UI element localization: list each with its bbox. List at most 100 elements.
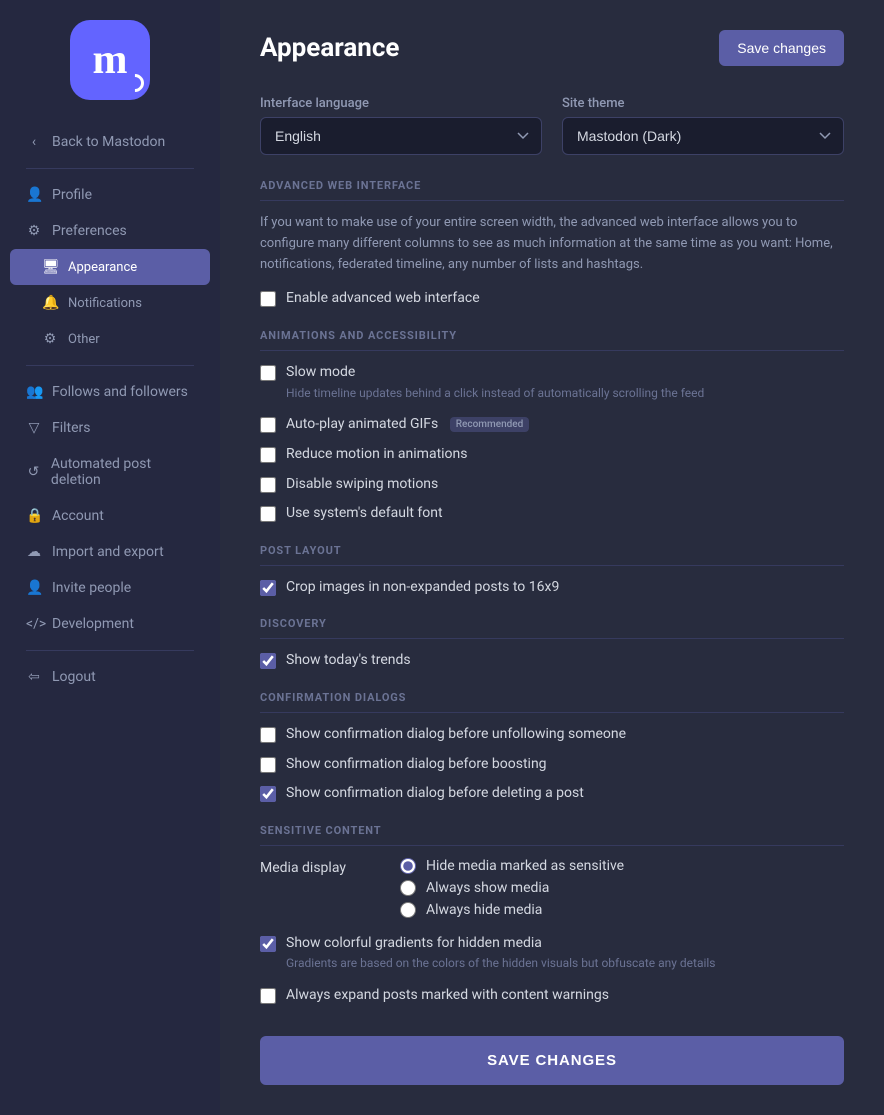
language-theme-row: Interface language English Site theme Ma… bbox=[260, 96, 844, 155]
sidebar-item-follows[interactable]: 👥 Follows and followers bbox=[10, 374, 210, 410]
filters-icon: ▽ bbox=[26, 420, 42, 436]
colorful-gradients-label[interactable]: Show colorful gradients for hidden media… bbox=[286, 934, 716, 972]
autoplay-gifs-label[interactable]: Auto-play animated GIFs Recommended bbox=[286, 415, 529, 435]
crop-images-label[interactable]: Crop images in non-expanded posts to 16x… bbox=[286, 578, 559, 598]
confirm-boost-label[interactable]: Show confirmation dialog before boosting bbox=[286, 755, 547, 775]
sidebar-item-preferences[interactable]: ⚙ Preferences bbox=[10, 213, 210, 249]
show-trends-label[interactable]: Show today's trends bbox=[286, 651, 411, 671]
sidebar-item-notifications[interactable]: 🔔 Notifications bbox=[10, 285, 210, 321]
appearance-icon: 🖥 bbox=[42, 259, 58, 275]
enable-advanced-checkbox[interactable] bbox=[260, 291, 276, 307]
interface-language-select[interactable]: English bbox=[260, 117, 542, 155]
logout-icon: ⇦ bbox=[26, 669, 42, 685]
account-icon: 🔒 bbox=[26, 508, 42, 524]
sidebar-item-account[interactable]: 🔒 Account bbox=[10, 498, 210, 534]
colorful-gradients-sublabel: Gradients are based on the colors of the… bbox=[286, 955, 716, 972]
page-title: Appearance bbox=[260, 33, 399, 63]
sidebar-item-logout[interactable]: ⇦ Logout bbox=[10, 659, 210, 695]
confirm-delete-item: Show confirmation dialog before deleting… bbox=[260, 784, 844, 804]
slow-mode-label[interactable]: Slow mode Hide timeline updates behind a… bbox=[286, 363, 704, 401]
sidebar-item-back-label: Back to Mastodon bbox=[52, 134, 165, 150]
disable-swiping-label[interactable]: Disable swiping motions bbox=[286, 475, 438, 495]
sidebar-item-import-export-label: Import and export bbox=[52, 544, 164, 560]
nav-divider-1 bbox=[26, 168, 194, 169]
show-trends-item: Show today's trends bbox=[260, 651, 844, 671]
sidebar-item-follows-label: Follows and followers bbox=[52, 384, 188, 400]
sidebar-item-appearance[interactable]: 🖥 Appearance bbox=[10, 249, 210, 285]
sidebar-nav: ‹ Back to Mastodon 👤 Profile ⚙ Preferenc… bbox=[0, 124, 220, 695]
reduce-motion-label[interactable]: Reduce motion in animations bbox=[286, 445, 468, 465]
crop-images-checkbox[interactable] bbox=[260, 580, 276, 596]
sidebar-item-filters-label: Filters bbox=[52, 420, 91, 436]
confirm-unfollow-checkbox[interactable] bbox=[260, 727, 276, 743]
notifications-icon: 🔔 bbox=[42, 295, 58, 311]
hide-sensitive-label[interactable]: Hide media marked as sensitive bbox=[426, 858, 624, 874]
always-show-radio[interactable] bbox=[400, 880, 416, 896]
sidebar-item-other-label: Other bbox=[68, 332, 100, 347]
sidebar-item-notifications-label: Notifications bbox=[68, 296, 142, 311]
confirm-boost-checkbox[interactable] bbox=[260, 757, 276, 773]
site-theme-group: Site theme Mastodon (Dark) bbox=[562, 96, 844, 155]
expand-posts-label[interactable]: Always expand posts marked with content … bbox=[286, 986, 609, 1006]
save-changes-top-button[interactable]: Save changes bbox=[719, 30, 844, 66]
main-content: Appearance Save changes Interface langua… bbox=[220, 0, 884, 1115]
sidebar-item-back[interactable]: ‹ Back to Mastodon bbox=[10, 124, 210, 160]
invite-icon: 👤 bbox=[26, 580, 42, 596]
enable-advanced-interface-item: Enable advanced web interface bbox=[260, 289, 844, 309]
disable-swiping-checkbox[interactable] bbox=[260, 477, 276, 493]
page-header: Appearance Save changes bbox=[260, 30, 844, 66]
sidebar-item-other[interactable]: ⚙ Other bbox=[10, 321, 210, 357]
nav-divider-2 bbox=[26, 365, 194, 366]
always-show-item: Always show media bbox=[400, 880, 624, 896]
system-font-label[interactable]: Use system's default font bbox=[286, 504, 443, 524]
system-font-checkbox[interactable] bbox=[260, 506, 276, 522]
slow-mode-item: Slow mode Hide timeline updates behind a… bbox=[260, 363, 844, 401]
always-hide-item: Always hide media bbox=[400, 902, 624, 918]
site-theme-label: Site theme bbox=[562, 96, 844, 111]
enable-advanced-label[interactable]: Enable advanced web interface bbox=[286, 289, 480, 309]
crop-images-item: Crop images in non-expanded posts to 16x… bbox=[260, 578, 844, 598]
confirm-delete-checkbox[interactable] bbox=[260, 786, 276, 802]
sidebar-item-invite[interactable]: 👤 Invite people bbox=[10, 570, 210, 606]
site-theme-select[interactable]: Mastodon (Dark) bbox=[562, 117, 844, 155]
always-hide-label[interactable]: Always hide media bbox=[426, 902, 542, 918]
logo: m bbox=[70, 20, 150, 100]
advanced-web-interface-description: If you want to make use of your entire s… bbox=[260, 213, 844, 275]
discovery-header: DISCOVERY bbox=[260, 617, 844, 639]
expand-posts-checkbox[interactable] bbox=[260, 988, 276, 1004]
sidebar-item-logout-label: Logout bbox=[52, 669, 96, 685]
media-display-row: Media display Hide media marked as sensi… bbox=[260, 858, 844, 918]
system-font-item: Use system's default font bbox=[260, 504, 844, 524]
sensitive-content-header: SENSITIVE CONTENT bbox=[260, 824, 844, 846]
show-trends-checkbox[interactable] bbox=[260, 653, 276, 669]
sidebar-item-preferences-label: Preferences bbox=[52, 223, 127, 239]
confirm-unfollow-label[interactable]: Show confirmation dialog before unfollow… bbox=[286, 725, 626, 745]
always-hide-radio[interactable] bbox=[400, 902, 416, 918]
auto-delete-icon: ↺ bbox=[26, 464, 41, 480]
follows-icon: 👥 bbox=[26, 384, 42, 400]
profile-icon: 👤 bbox=[26, 187, 42, 203]
interface-language-group: Interface language English bbox=[260, 96, 542, 155]
confirm-boost-item: Show confirmation dialog before boosting bbox=[260, 755, 844, 775]
colorful-gradients-checkbox[interactable] bbox=[260, 936, 276, 952]
sidebar-item-auto-delete[interactable]: ↺ Automated post deletion bbox=[10, 446, 210, 498]
autoplay-gifs-item: Auto-play animated GIFs Recommended bbox=[260, 415, 844, 435]
autoplay-gifs-checkbox[interactable] bbox=[260, 417, 276, 433]
confirm-delete-label[interactable]: Show confirmation dialog before deleting… bbox=[286, 784, 584, 804]
other-icon: ⚙ bbox=[42, 331, 58, 347]
sidebar-item-appearance-label: Appearance bbox=[68, 260, 137, 275]
sidebar-item-profile[interactable]: 👤 Profile bbox=[10, 177, 210, 213]
sidebar-item-development[interactable]: </> Development bbox=[10, 606, 210, 642]
reduce-motion-item: Reduce motion in animations bbox=[260, 445, 844, 465]
animations-header: ANIMATIONS AND ACCESSIBILITY bbox=[260, 329, 844, 351]
sidebar-item-import-export[interactable]: ☁ Import and export bbox=[10, 534, 210, 570]
hide-sensitive-radio[interactable] bbox=[400, 858, 416, 874]
sidebar-item-account-label: Account bbox=[52, 508, 104, 524]
reduce-motion-checkbox[interactable] bbox=[260, 447, 276, 463]
save-changes-bottom-button[interactable]: SAVE CHANGES bbox=[260, 1036, 844, 1085]
media-radio-group: Hide media marked as sensitive Always sh… bbox=[400, 858, 624, 918]
sidebar-item-filters[interactable]: ▽ Filters bbox=[10, 410, 210, 446]
always-show-label[interactable]: Always show media bbox=[426, 880, 549, 896]
slow-mode-checkbox[interactable] bbox=[260, 365, 276, 381]
logo-letter: m bbox=[93, 39, 128, 81]
